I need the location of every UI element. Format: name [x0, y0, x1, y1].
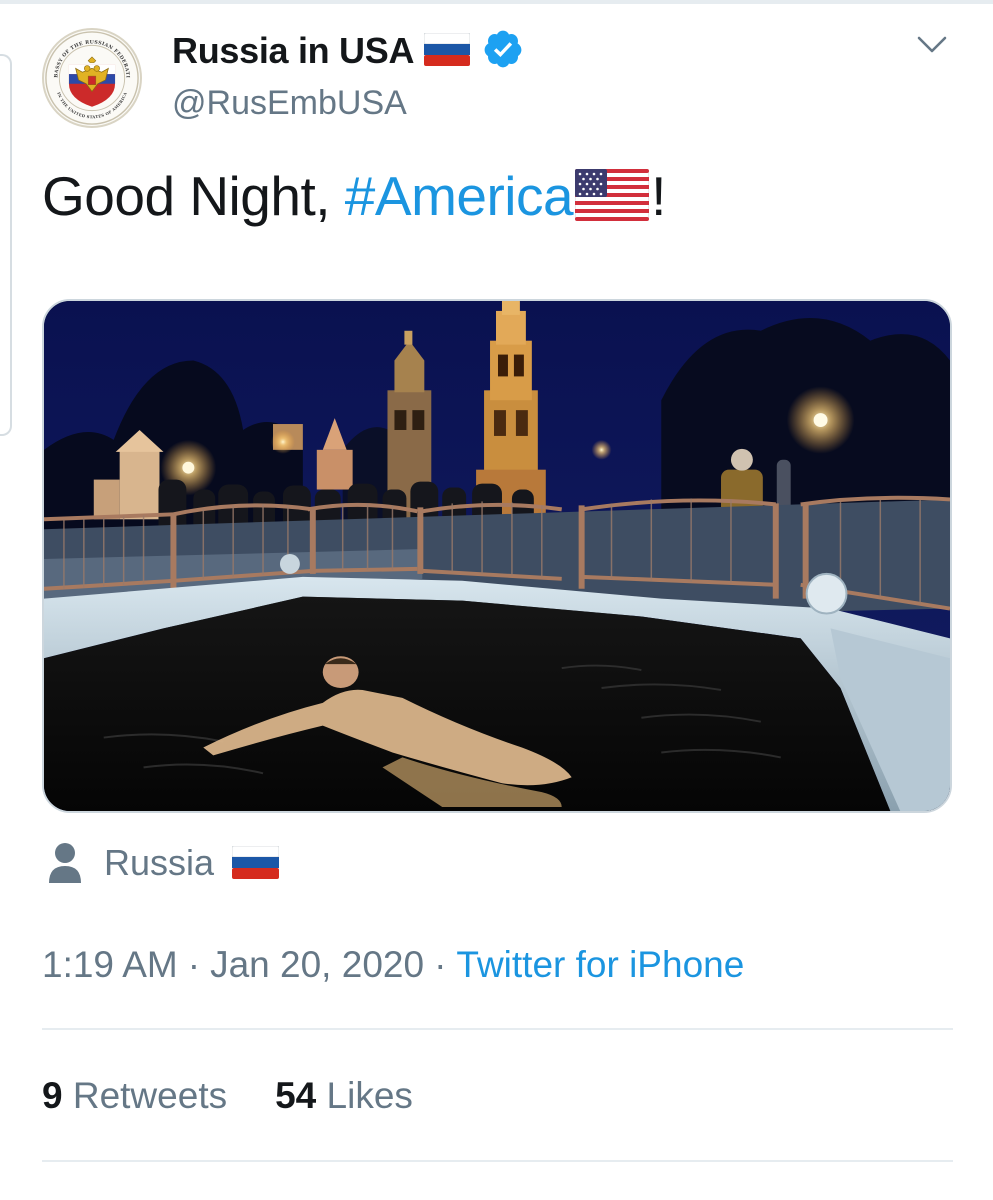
night-ice-swim-photo — [44, 301, 950, 811]
divider — [42, 1028, 953, 1030]
tweet-meta: 1:19 AM · Jan 20, 2020 · Twitter for iPhone — [42, 944, 744, 986]
verified-badge-icon — [484, 30, 522, 68]
tweet-text-prefix: Good Night, — [42, 165, 345, 227]
hashtag-link[interactable]: #America — [345, 165, 574, 227]
russia-flag-icon — [232, 846, 279, 879]
side-panel-handle[interactable] — [0, 54, 12, 436]
avatar[interactable]: EMBASSY OF THE RUSSIAN FEDERATION IN THE… — [42, 28, 142, 128]
separator-dot: · — [187, 944, 201, 985]
tweet-time[interactable]: 1:19 AM — [42, 944, 178, 985]
tweet-text: Good Night, #America ! — [42, 164, 666, 228]
russia-flag-icon — [424, 33, 470, 66]
person-icon — [49, 843, 81, 883]
tweet-location[interactable]: Russia — [104, 842, 214, 884]
tweet-source-link[interactable]: Twitter for iPhone — [456, 944, 744, 985]
retweets-count: 9 — [42, 1075, 63, 1116]
chevron-down-icon[interactable] — [915, 30, 949, 60]
tweet-media-photo[interactable] — [42, 299, 952, 813]
embassy-seal-icon: EMBASSY OF THE RUSSIAN FEDERATION IN THE… — [44, 30, 139, 125]
usa-flag-icon — [575, 169, 650, 221]
likes-stat[interactable]: 54 Likes — [275, 1075, 413, 1117]
display-name[interactable]: Russia in USA — [172, 30, 414, 72]
retweets-label: Retweets — [72, 1075, 228, 1116]
tweet-date[interactable]: Jan 20, 2020 — [210, 944, 424, 985]
divider — [42, 1160, 953, 1162]
tweet-text-suffix: ! — [651, 165, 666, 227]
tweet-stats: 9 Retweets 54 Likes — [42, 1075, 413, 1117]
user-handle[interactable]: @RusEmbUSA — [172, 84, 407, 123]
top-divider — [0, 0, 993, 4]
separator-dot: · — [434, 944, 447, 985]
likes-count: 54 — [275, 1075, 317, 1116]
retweets-stat[interactable]: 9 Retweets — [42, 1075, 227, 1117]
likes-label: Likes — [326, 1075, 413, 1116]
